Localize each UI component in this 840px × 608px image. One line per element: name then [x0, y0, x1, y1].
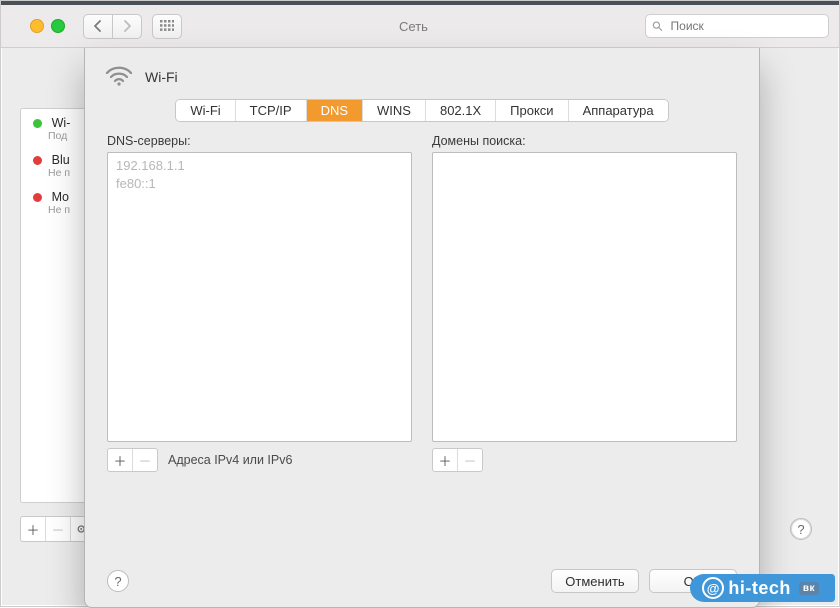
dns-add-button[interactable]: ＋	[108, 449, 132, 471]
preferences-body: Wi- Под Blu Не п Mo Не п ＋ －	[2, 48, 838, 605]
remove-service-button[interactable]: －	[45, 517, 70, 541]
forward-button[interactable]	[113, 14, 142, 39]
dns-entry[interactable]: fe80::1	[116, 175, 403, 193]
watermark-text: hi-tech	[728, 578, 791, 599]
sidebar-item-label: Wi-	[52, 116, 71, 130]
sheet-help-button[interactable]: ?	[107, 570, 129, 592]
traffic-lights	[11, 19, 65, 33]
dns-sheet: Wi-Fi Wi-FiTCP/IPDNSWINS802.1XПроксиАппа…	[84, 48, 760, 608]
search-icon	[652, 20, 663, 32]
add-service-button[interactable]: ＋	[21, 517, 45, 541]
dns-hint: Адреса IPv4 или IPv6	[168, 453, 292, 467]
dns-remove-button[interactable]: －	[132, 449, 157, 471]
grid-button[interactable]	[152, 14, 182, 39]
tab-dns[interactable]: DNS	[307, 100, 363, 121]
status-dot-icon	[33, 119, 42, 128]
watermark: @ hi-tech вк	[690, 574, 835, 602]
dns-entry[interactable]: 192.168.1.1	[116, 157, 403, 175]
tab-[interactable]: Аппаратура	[569, 100, 668, 121]
close-icon[interactable]	[11, 20, 23, 32]
tab-bar: Wi-FiTCP/IPDNSWINS802.1XПроксиАппаратура	[85, 99, 759, 134]
search-field[interactable]	[645, 14, 829, 38]
tab-tcpip[interactable]: TCP/IP	[236, 100, 307, 121]
domains-list[interactable]	[432, 152, 737, 442]
status-dot-icon	[33, 193, 42, 202]
sheet-title: Wi-Fi	[145, 69, 178, 85]
domains-list-label: Домены поиска:	[432, 134, 737, 148]
minimize-icon[interactable]	[30, 19, 44, 33]
search-input[interactable]	[669, 18, 822, 34]
window-title: Сеть	[192, 19, 635, 34]
dns-list[interactable]: 192.168.1.1fe80::1	[107, 152, 412, 442]
dns-add-remove: ＋ －	[107, 448, 158, 472]
at-icon: @	[702, 577, 724, 599]
domains-add-button[interactable]: ＋	[433, 449, 457, 471]
tab-wins[interactable]: WINS	[363, 100, 426, 121]
back-button[interactable]	[83, 14, 113, 39]
sidebar-item-label: Mo	[52, 190, 69, 204]
cancel-button[interactable]: Отменить	[551, 569, 639, 593]
wifi-icon	[105, 64, 133, 89]
sidebar-item-label: Blu	[52, 153, 70, 167]
tab-wifi[interactable]: Wi-Fi	[176, 100, 235, 121]
domains-add-remove: ＋ －	[432, 448, 483, 472]
tab-[interactable]: Прокси	[496, 100, 568, 121]
nav-back-forward	[83, 14, 142, 39]
tab-8021x[interactable]: 802.1X	[426, 100, 496, 121]
help-button[interactable]: ?	[790, 518, 812, 540]
watermark-badge: вк	[799, 582, 819, 595]
window-toolbar: Сеть	[1, 5, 839, 48]
status-dot-icon	[33, 156, 42, 165]
domains-remove-button[interactable]: －	[457, 449, 482, 471]
dns-list-label: DNS-серверы:	[107, 134, 412, 148]
maximize-icon[interactable]	[51, 19, 65, 33]
